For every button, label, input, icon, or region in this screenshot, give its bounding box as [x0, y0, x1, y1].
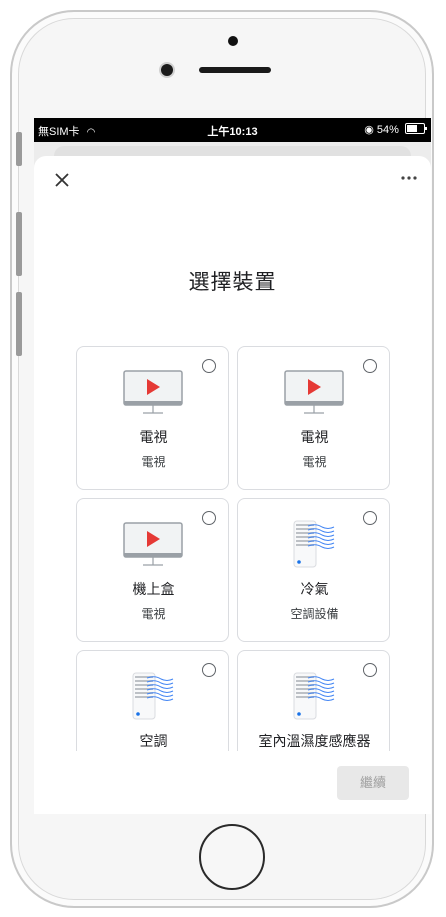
device-card[interactable]: 冷氣 空調設備 [237, 498, 390, 642]
proximity-sensor [228, 36, 238, 46]
device-radio[interactable] [363, 663, 377, 677]
device-card[interactable]: 室內溫濕度感應器 [237, 650, 390, 751]
device-name: 室內溫濕度感應器 [258, 734, 371, 750]
device-card[interactable]: 電視 電視 [237, 346, 390, 490]
tv-icon [123, 370, 183, 414]
continue-button[interactable]: 繼續 [337, 766, 409, 800]
volume-down-button [16, 292, 22, 356]
device-radio[interactable] [363, 359, 377, 373]
device-radio[interactable] [363, 511, 377, 525]
more-horizontal-icon [401, 176, 417, 180]
device-name: 機上盒 [132, 582, 175, 598]
screen: 無SIM卡 ◠ 上午10:13 ◉ 54% 選擇裝置 電視 電視 電視 電視 機上盒 電視… [34, 118, 431, 814]
tv-icon [284, 370, 344, 414]
air-conditioner-icon [293, 520, 335, 568]
device-type: 電視 [141, 607, 166, 621]
device-grid: 電視 電視 電視 電視 機上盒 電視 冷氣 空調設備 空調 室內溫濕度感應器 [76, 346, 398, 751]
close-icon [55, 173, 69, 187]
device-name: 電視 [139, 430, 168, 446]
device-card[interactable]: 電視 電視 [76, 346, 229, 490]
status-right: ◉ 54% [364, 123, 427, 136]
earpiece-speaker [199, 67, 271, 73]
home-button[interactable] [199, 824, 265, 890]
volume-up-button [16, 212, 22, 276]
device-type: 電視 [302, 455, 327, 469]
battery-icon [405, 123, 427, 134]
air-conditioner-icon [293, 672, 335, 720]
device-radio[interactable] [202, 511, 216, 525]
status-bar: 無SIM卡 ◠ 上午10:13 ◉ 54% [34, 118, 431, 142]
page-title: 選擇裝置 [188, 270, 277, 294]
device-card[interactable]: 空調 [76, 650, 229, 751]
front-camera [161, 64, 173, 76]
device-type: 電視 [141, 455, 166, 469]
tv-icon [123, 522, 183, 566]
device-name: 空調 [139, 734, 168, 750]
mute-switch [16, 132, 22, 166]
device-picker-sheet: 選擇裝置 電視 電視 電視 電視 機上盒 電視 冷氣 空調設備 空調 室內溫濕度感應器 繼續 [34, 156, 431, 814]
close-button[interactable] [52, 170, 72, 190]
air-conditioner-icon [132, 672, 174, 720]
more-options-button[interactable] [401, 166, 417, 185]
device-radio[interactable] [202, 663, 216, 677]
device-type: 空調設備 [290, 607, 339, 621]
battery-percent: 54% [376, 124, 399, 136]
device-name: 電視 [300, 430, 329, 446]
device-radio[interactable] [202, 359, 216, 373]
orientation-lock-icon: ◉ [364, 124, 374, 136]
footer-bar: 繼續 [34, 766, 431, 814]
device-card[interactable]: 機上盒 電視 [76, 498, 229, 642]
device-name: 冷氣 [300, 582, 329, 598]
